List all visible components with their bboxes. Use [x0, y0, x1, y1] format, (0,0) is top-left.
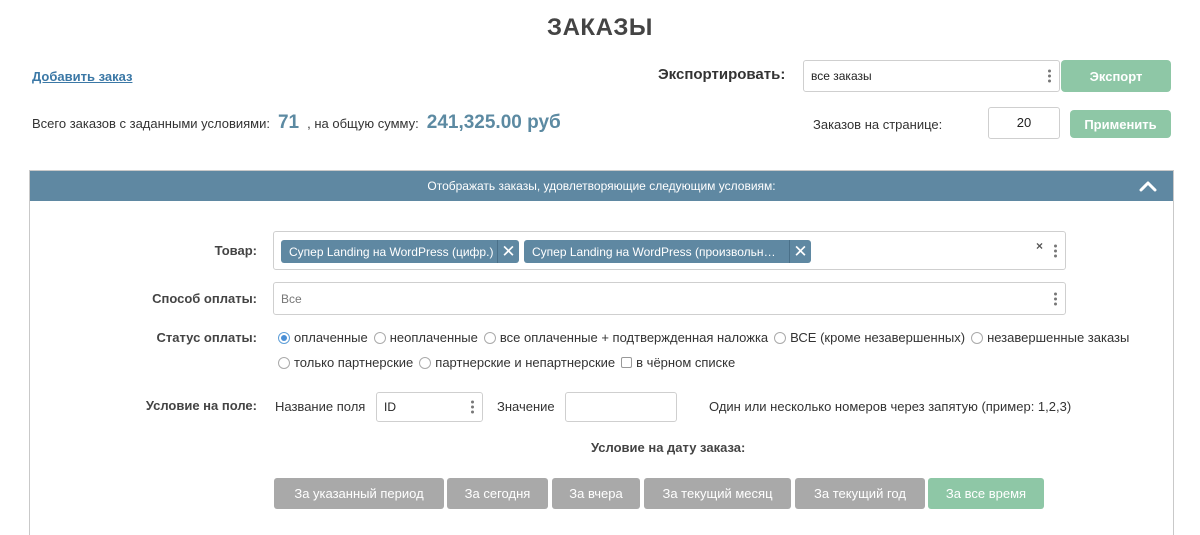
filter-panel-header[interactable]: Отображать заказы, удовлетворяющие следу… — [30, 171, 1173, 201]
select-arrows-icon — [1047, 69, 1051, 83]
remove-tag-icon[interactable]: ✕ — [497, 240, 519, 263]
page-title: ЗАКАЗЫ — [547, 14, 653, 41]
radio-checked-icon — [278, 331, 290, 344]
radio-option[interactable]: только партнерские — [278, 355, 413, 370]
field-condition-label: Условие на поле: — [145, 398, 257, 413]
radio-option[interactable]: незавершенные заказы — [971, 330, 1129, 345]
radio-label: только партнерские — [294, 355, 414, 370]
add-order-link[interactable]: Добавить заказ — [32, 69, 132, 84]
remove-tag-icon[interactable]: ✕ — [789, 240, 811, 263]
field-name-select[interactable]: ID — [376, 392, 483, 422]
payment-status-row-2: только партнерские партнерские и непартн… — [278, 355, 741, 370]
date-yesterday-button[interactable]: За вчера — [552, 478, 640, 509]
per-page-label: Заказов на странице: — [813, 117, 943, 132]
radio-label: неоплаченные — [389, 330, 478, 345]
radio-option[interactable]: неоплаченные — [373, 330, 478, 345]
field-value-input[interactable] — [565, 392, 677, 422]
product-tag-label: Супер Landing на WordPress (произвольн… — [532, 244, 776, 259]
field-name-label: Название поля — [275, 399, 366, 414]
radio-option[interactable]: оплаченные — [278, 330, 368, 345]
apply-button[interactable]: Применить — [1070, 110, 1171, 138]
per-page-input[interactable]: 20 — [988, 107, 1060, 139]
date-condition-title: Условие на дату заказа: — [591, 440, 746, 455]
field-name-value: ID — [384, 400, 396, 414]
payment-method-value: Все — [281, 291, 302, 306]
radio-label: партнерские и непартнерские — [435, 355, 616, 370]
payment-status-label: Статус оплаты: — [156, 330, 257, 345]
orders-summary: Всего заказов с заданными условиями: 71 … — [32, 112, 569, 134]
export-label: Экспортировать: — [658, 66, 786, 83]
radio-icon — [971, 331, 984, 344]
radio-icon — [278, 356, 290, 369]
payment-method-select[interactable]: Все — [273, 282, 1066, 315]
radio-label: оплаченные — [294, 330, 368, 345]
export-select-value: все заказы — [811, 69, 872, 83]
clear-all-icon[interactable]: × — [1036, 239, 1043, 253]
payment-method-label: Способ оплаты: — [152, 291, 257, 306]
radio-icon — [483, 331, 496, 344]
radio-icon — [373, 331, 386, 344]
product-multiselect[interactable]: Супер Landing на WordPress (цифр.) ✕ Суп… — [273, 231, 1066, 270]
export-select[interactable]: все заказы — [803, 60, 1060, 92]
radio-option[interactable]: ВСЕ (кроме незавершенных) — [774, 330, 965, 345]
radio-option[interactable]: партнерские и непартнерские — [419, 355, 615, 370]
product-label: Товар: — [214, 243, 257, 258]
product-tag: Супер Landing на WordPress (цифр.) ✕ — [281, 240, 519, 263]
field-condition-hint: Один или несколько номеров через запятую… — [709, 399, 1072, 414]
total-label: Всего заказов с заданными условиями: — [32, 116, 270, 131]
date-year-button[interactable]: За текущий год — [795, 478, 925, 509]
radio-icon — [419, 356, 432, 369]
radio-label: незавершенные заказы — [987, 330, 1130, 345]
checkbox-icon — [621, 357, 633, 368]
date-month-button[interactable]: За текущий месяц — [644, 478, 791, 509]
blacklist-checkbox[interactable]: в чёрном списке — [621, 355, 735, 370]
date-all-time-button[interactable]: За все время — [928, 478, 1044, 509]
checkbox-label: в чёрном списке — [636, 355, 736, 370]
radio-label: ВСЕ (кроме незавершенных) — [790, 330, 966, 345]
radio-icon — [774, 331, 787, 344]
sum-value: 241,325.00 руб — [426, 112, 561, 133]
value-label: Значение — [497, 399, 555, 414]
product-tag-label: Супер Landing на WordPress (цифр.) — [289, 244, 494, 259]
select-arrows-icon — [1053, 244, 1057, 257]
radio-label: все оплаченные + подтвержденная наложка — [499, 330, 769, 345]
select-arrows-icon — [470, 400, 474, 414]
date-period-button[interactable]: За указанный период — [274, 478, 444, 509]
export-button[interactable]: Экспорт — [1061, 60, 1171, 92]
date-today-button[interactable]: За сегодня — [447, 478, 548, 509]
payment-status-row-1: оплаченные неоплаченные все оплаченные +… — [278, 330, 1135, 345]
filter-panel-title: Отображать заказы, удовлетворяющие следу… — [427, 179, 776, 193]
chevron-up-icon[interactable] — [1139, 179, 1157, 193]
total-count: 71 — [277, 112, 300, 133]
radio-option[interactable]: все оплаченные + подтвержденная наложка — [483, 330, 769, 345]
sum-label: , на общую сумму: — [307, 116, 419, 131]
select-arrows-icon — [1053, 292, 1057, 305]
product-tag: Супер Landing на WordPress (произвольн… … — [524, 240, 811, 263]
